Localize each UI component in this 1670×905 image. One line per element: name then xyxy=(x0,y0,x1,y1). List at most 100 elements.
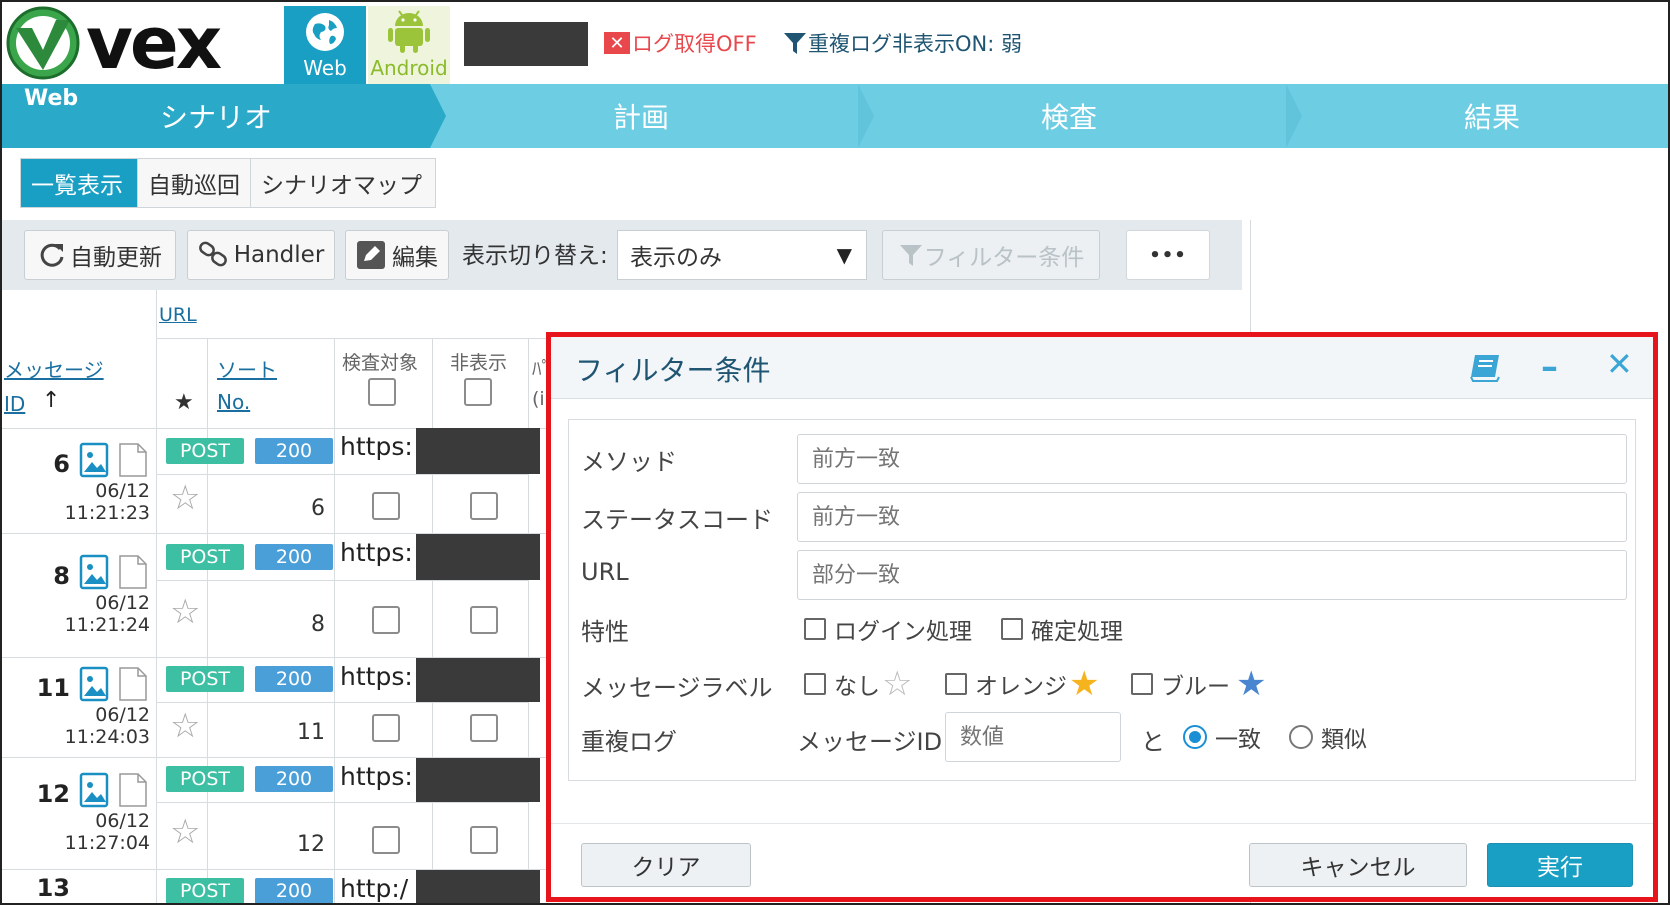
star-orange-icon: ★ xyxy=(1069,664,1100,704)
star-outline-icon[interactable]: ☆ xyxy=(170,812,200,852)
log-status-text: ログ取得OFF xyxy=(632,32,757,56)
image-file-icon[interactable] xyxy=(79,442,111,478)
document-icon[interactable] xyxy=(118,772,148,808)
tab-auto-crawl[interactable]: 自動巡回 xyxy=(138,159,251,207)
step-plan[interactable]: 計画 xyxy=(446,84,836,148)
nav-web-tag: Web xyxy=(24,86,79,111)
star-header-icon: ★ xyxy=(174,390,194,415)
label-none-checkbox[interactable]: なし ☆ xyxy=(804,664,912,704)
process-nav: シナリオ Web 計画 検査 結果 xyxy=(2,84,1668,148)
auto-refresh-button[interactable]: 自動更新 xyxy=(24,230,176,280)
trait-login-checkbox[interactable]: ログイン処理 xyxy=(804,612,972,646)
redacted-block xyxy=(416,428,540,474)
hidden-checkbox[interactable] xyxy=(470,714,498,742)
edit-button[interactable]: 編集 xyxy=(345,230,449,280)
inspect-checkbox[interactable] xyxy=(372,826,400,854)
cancel-button[interactable]: キャンセル xyxy=(1249,843,1467,887)
star-outline-icon[interactable]: ☆ xyxy=(170,478,200,518)
url-input[interactable] xyxy=(797,550,1627,600)
message-id: 12 xyxy=(36,780,70,808)
header-sort[interactable]: ソート xyxy=(217,354,277,383)
document-icon[interactable] xyxy=(118,666,148,702)
step-scenario-label: シナリオ xyxy=(159,101,272,134)
label-blue-checkbox[interactable]: ブルー ★ xyxy=(1131,664,1266,704)
row-no: 8 xyxy=(311,612,325,637)
dup-similar-label: 類似 xyxy=(1321,727,1367,753)
log-status-toggle[interactable]: ✕ ログ取得OFF xyxy=(604,28,757,58)
clear-button[interactable]: クリア xyxy=(581,843,751,887)
label-orange-checkbox[interactable]: オレンジ ★ xyxy=(945,664,1099,704)
divider xyxy=(157,802,528,803)
more-icon: ••• xyxy=(1149,244,1187,266)
platform-android-tab[interactable]: Android xyxy=(368,6,450,84)
image-file-icon[interactable] xyxy=(79,666,111,702)
dup-similar-radio[interactable]: 類似 xyxy=(1289,720,1367,754)
divider xyxy=(157,474,528,475)
header-id[interactable]: ID xyxy=(4,392,25,416)
star-blue-icon: ★ xyxy=(1236,664,1267,704)
header-message[interactable]: メッセージ xyxy=(4,354,104,383)
message-time: 11:27:04 xyxy=(64,832,150,854)
header-url[interactable]: URL xyxy=(159,304,197,326)
trait-confirm-checkbox[interactable]: 確定処理 xyxy=(1001,612,1123,646)
hidden-all-checkbox[interactable] xyxy=(464,378,492,406)
document-icon[interactable] xyxy=(118,442,148,478)
method-input[interactable] xyxy=(797,434,1627,484)
tab-scenario-map[interactable]: シナリオマップ xyxy=(251,159,435,207)
message-label-label: メッセージラベル xyxy=(581,674,773,702)
display-switch-select[interactable]: 表示のみ ▼ xyxy=(617,230,867,280)
header-param-open: (i xyxy=(532,388,545,410)
filter-button[interactable]: フィルター条件 xyxy=(882,230,1100,280)
method-badge: POST xyxy=(166,766,244,792)
divider xyxy=(551,823,1653,824)
row-no: 6 xyxy=(311,496,325,521)
dup-log-label: 重複ログ xyxy=(581,728,677,756)
status-badge: 200 xyxy=(255,766,333,792)
redacted-block xyxy=(464,22,588,66)
method-badge: POST xyxy=(166,666,244,692)
trait-login-label: ログイン処理 xyxy=(834,619,972,645)
message-id-input[interactable] xyxy=(945,712,1121,762)
refresh-icon xyxy=(40,243,64,267)
image-file-icon[interactable] xyxy=(79,554,111,590)
dup-match-radio[interactable]: 一致 xyxy=(1183,720,1261,754)
image-file-icon[interactable] xyxy=(79,772,111,808)
minimize-icon[interactable]: – xyxy=(1541,347,1558,387)
handler-button[interactable]: Handler xyxy=(187,230,335,280)
book-icon[interactable] xyxy=(1469,351,1503,383)
radio-unselected xyxy=(1289,725,1313,749)
inspect-checkbox[interactable] xyxy=(372,606,400,634)
more-button[interactable]: ••• xyxy=(1126,230,1210,280)
duplicate-log-toggle[interactable]: 重複ログ非表示ON: 弱 xyxy=(782,28,1022,58)
globe-icon xyxy=(306,13,344,51)
star-outline-icon[interactable]: ☆ xyxy=(170,592,200,632)
hidden-checkbox[interactable] xyxy=(470,826,498,854)
message-id: 11 xyxy=(36,674,70,702)
row-no: 11 xyxy=(297,720,325,745)
auto-refresh-label: 自動更新 xyxy=(70,245,162,271)
close-icon[interactable]: ✕ xyxy=(1606,345,1633,383)
header-no[interactable]: No. xyxy=(217,390,250,414)
step-plan-label: 計画 xyxy=(612,101,669,134)
step-result-label: 結果 xyxy=(1463,101,1520,134)
label-orange-text: オレンジ xyxy=(975,674,1067,700)
status-code-input[interactable] xyxy=(797,492,1627,542)
method-badge: POST xyxy=(166,438,244,464)
hidden-checkbox[interactable] xyxy=(470,606,498,634)
status-badge: 200 xyxy=(255,438,333,464)
tab-list-view[interactable]: 一覧表示 xyxy=(21,159,138,207)
handler-label: Handler xyxy=(233,242,325,268)
url-label: URL xyxy=(581,558,629,586)
message-date: 06/12 xyxy=(95,704,150,726)
star-outline-icon[interactable]: ☆ xyxy=(170,706,200,746)
inspect-checkbox[interactable] xyxy=(372,714,400,742)
inspect-checkbox[interactable] xyxy=(372,492,400,520)
run-button[interactable]: 実行 xyxy=(1487,843,1633,887)
hidden-checkbox[interactable] xyxy=(470,492,498,520)
traits-label: 特性 xyxy=(581,618,629,646)
step-inspect[interactable]: 検査 xyxy=(874,84,1264,148)
document-icon[interactable] xyxy=(118,554,148,590)
inspect-all-checkbox[interactable] xyxy=(368,378,396,406)
platform-web-tab[interactable]: Web xyxy=(284,6,366,84)
step-result[interactable]: 結果 xyxy=(1302,84,1668,148)
